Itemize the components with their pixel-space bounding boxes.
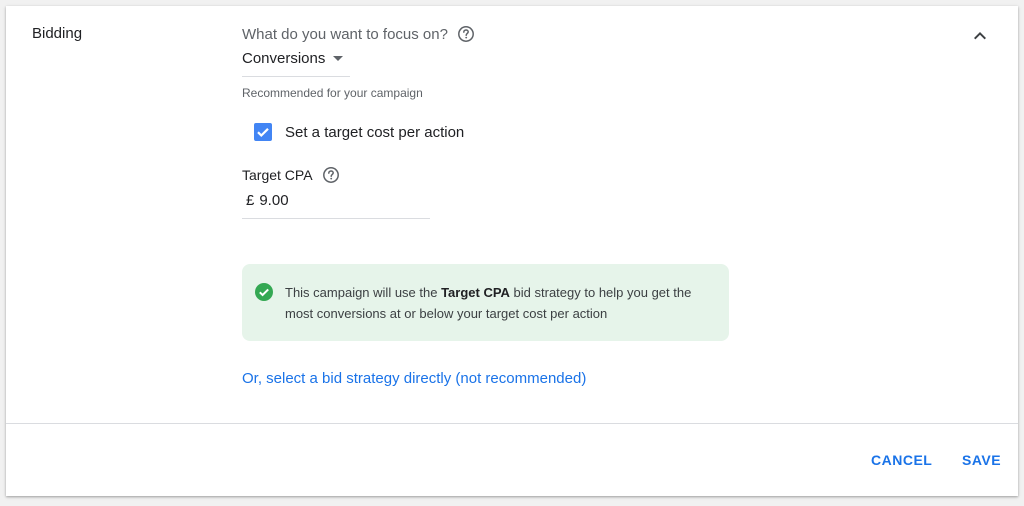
cancel-button[interactable]: CANCEL [871,452,932,468]
chevron-up-icon[interactable] [968,24,992,48]
focus-dropdown[interactable]: Conversions [242,50,350,77]
info-text-before: This campaign will use the [285,285,442,300]
select-bid-strategy-link[interactable]: Or, select a bid strategy directly (not … [242,370,586,387]
focus-dropdown-value: Conversions [242,50,326,67]
recommended-note: Recommended for your campaign [242,86,423,100]
target-cpa-label-row: Target CPA [242,166,340,184]
target-cost-checkbox-label[interactable]: Set a target cost per action [285,124,464,141]
strategy-info-box: This campaign will use the Target CPA bi… [242,264,729,341]
help-circle-icon[interactable] [322,166,340,184]
save-button[interactable]: SAVE [962,452,1001,468]
focus-question-label: What do you want to focus on? [242,25,448,43]
checkmark-icon [257,128,269,138]
currency-symbol: £ [246,192,255,209]
target-cpa-label: Target CPA [242,167,313,183]
help-circle-icon[interactable] [457,25,475,43]
strategy-info-text: This campaign will use the Target CPA bi… [285,282,715,324]
caret-down-icon [333,56,344,61]
info-text-strategy: Target CPA [441,285,510,300]
target-cost-checkbox[interactable] [254,123,272,141]
footer-divider [6,423,1018,424]
target-cpa-field: £ [242,192,430,219]
target-cpa-input[interactable] [259,192,410,210]
focus-question: What do you want to focus on? [242,25,475,43]
bidding-card: Bidding What do you want to focus on? Co… [6,6,1018,496]
target-cost-checkbox-row: Set a target cost per action [254,123,464,141]
check-circle-icon [255,283,273,301]
section-title: Bidding [32,25,83,42]
